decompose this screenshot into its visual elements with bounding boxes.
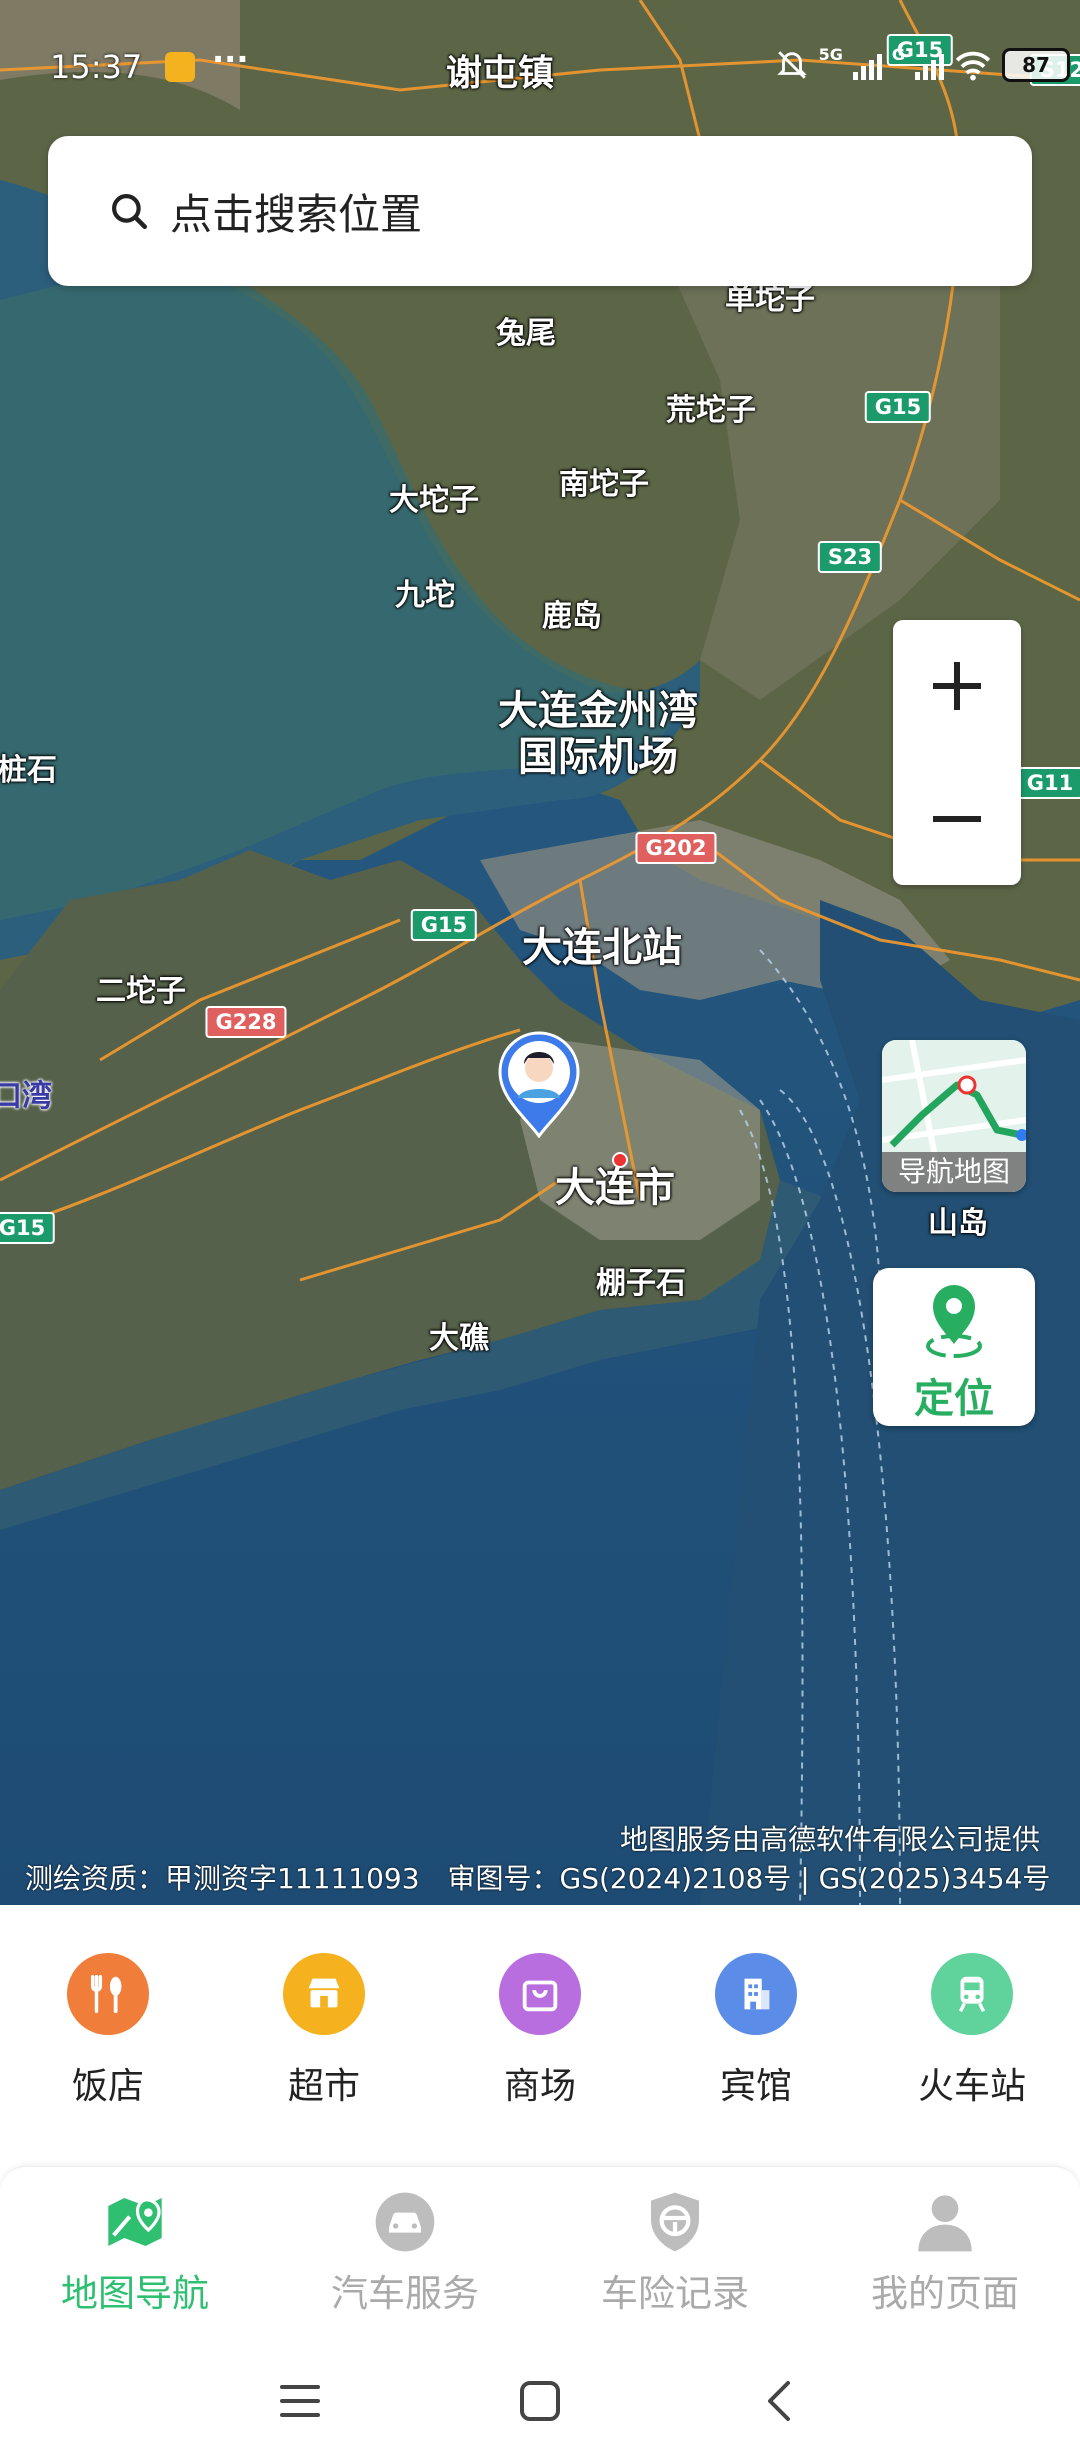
city-label: 大连市	[555, 1165, 675, 1211]
place-label: 大礁	[429, 1321, 489, 1356]
network-type-2: G	[891, 45, 905, 64]
restaurant-icon	[67, 1953, 149, 2035]
status-bar: 15:37 ··· 5G G 87	[0, 0, 1080, 140]
place-label: 大坨子	[389, 483, 479, 518]
map-pin-icon	[100, 2187, 170, 2257]
place-label: 九坨	[395, 578, 455, 613]
tab-label: 我的页面	[871, 2272, 1019, 2315]
clock: 15:37	[50, 48, 143, 86]
category-mall[interactable]: 商场	[460, 1953, 620, 2109]
hotel-icon	[715, 1953, 797, 2035]
train-icon	[931, 1953, 1013, 2035]
map-view[interactable]: 谢屯镇 兔尾 单坨子 荒坨子 南坨子 大坨子 九坨 鹿岛 大连金州湾 国际机场 …	[0, 0, 1080, 1905]
search-bar[interactable]: 点击搜索位置	[48, 136, 1032, 286]
tab-my-page[interactable]: 我的页面	[810, 2187, 1080, 2317]
tab-map-navigation[interactable]: 地图导航	[0, 2187, 270, 2317]
road-shield: G202	[635, 832, 717, 864]
navigation-map-label: 导航地图	[882, 1152, 1026, 1192]
more-notifications-icon: ···	[212, 40, 249, 78]
home-button[interactable]	[510, 2371, 570, 2431]
place-label: 兔尾	[496, 316, 556, 351]
category-label: 超市	[287, 2066, 360, 2107]
system-navigation-bar	[0, 2336, 1080, 2460]
category-label: 火车站	[917, 2066, 1026, 2107]
zoom-out-button[interactable]	[893, 753, 1021, 885]
signal-bars-icon	[915, 50, 944, 80]
mute-bell-icon	[776, 51, 807, 79]
person-icon	[910, 2187, 980, 2257]
place-label: 二坨子	[96, 974, 186, 1009]
category-label: 饭店	[71, 2066, 144, 2107]
category-label: 商场	[503, 2066, 576, 2107]
place-label: 鹿岛	[542, 599, 602, 634]
road-shield: S23	[817, 541, 883, 573]
signal-bars-icon	[852, 50, 882, 80]
place-label: 东桩石	[0, 753, 57, 788]
supermarket-icon	[283, 1953, 365, 2035]
tab-car-service[interactable]: 汽车服务	[270, 2187, 540, 2317]
road-shield: G15	[0, 1212, 56, 1244]
menu-icon	[280, 2385, 320, 2417]
zoom-in-button[interactable]	[893, 620, 1021, 752]
zoom-control	[893, 620, 1021, 885]
minus-icon	[933, 816, 981, 822]
shopping-bag-icon	[499, 1953, 581, 2035]
place-label: 棚子石	[596, 1266, 686, 1301]
search-placeholder[interactable]: 点击搜索位置	[170, 181, 422, 242]
shield-wheel-icon	[640, 2187, 710, 2257]
category-supermarket[interactable]: 超市	[244, 1953, 404, 2109]
map-provider-text: 地图服务由高德软件有限公司提供	[619, 1823, 1040, 1856]
category-hotel[interactable]: 宾馆	[676, 1953, 836, 2109]
locate-button[interactable]: 定位	[873, 1268, 1035, 1426]
place-label: 口湾	[0, 1079, 52, 1114]
city-marker-dot	[612, 1152, 628, 1168]
navigation-map-button[interactable]: 导航地图	[882, 1040, 1026, 1192]
category-restaurant[interactable]: 饭店	[28, 1953, 188, 2109]
battery-icon: 87	[1002, 48, 1070, 82]
plus-icon	[933, 662, 981, 710]
back-button[interactable]	[750, 2371, 810, 2431]
search-icon	[112, 194, 148, 230]
road-shield: G15	[864, 391, 932, 423]
category-shortcuts: 饭店 超市 商场 宾馆 火车站	[0, 1905, 1080, 2165]
tab-label: 地图导航	[61, 2272, 209, 2315]
category-label: 宾馆	[719, 2066, 792, 2107]
user-location-marker-icon[interactable]	[496, 1028, 582, 1138]
tab-label: 汽车服务	[331, 2272, 479, 2315]
road-shield: G228	[205, 1006, 287, 1038]
category-train-station[interactable]: 火车站	[892, 1953, 1052, 2109]
place-label: 南坨子	[559, 467, 649, 502]
map-license-text: 测绘资质：甲测资字11111093 审图号：GS(2024)2108号 | GS…	[25, 1862, 1051, 1895]
locate-pin-icon	[926, 1285, 982, 1358]
home-square-icon	[520, 2381, 560, 2421]
notification-app-icon	[165, 52, 195, 82]
station-label: 大连北站	[522, 925, 682, 971]
tab-insurance-records[interactable]: 车险记录	[540, 2187, 810, 2317]
airport-label: 大连金州湾 国际机场	[498, 688, 698, 780]
tab-label: 车险记录	[601, 2272, 749, 2315]
road-shield: G15	[410, 909, 478, 941]
back-arrow-icon	[768, 2381, 790, 2421]
place-label: 荒坨子	[666, 393, 756, 428]
network-type-1: 5G	[818, 45, 843, 64]
road-shield: G11	[1016, 767, 1080, 799]
wifi-icon	[955, 51, 991, 81]
locate-label: 定位	[914, 1376, 994, 1422]
bottom-tab-bar: 地图导航 汽车服务 车险记录 我的页面	[0, 2166, 1080, 2337]
place-label: 山岛	[928, 1206, 988, 1241]
car-icon	[370, 2187, 440, 2257]
recent-apps-button[interactable]	[270, 2371, 330, 2431]
